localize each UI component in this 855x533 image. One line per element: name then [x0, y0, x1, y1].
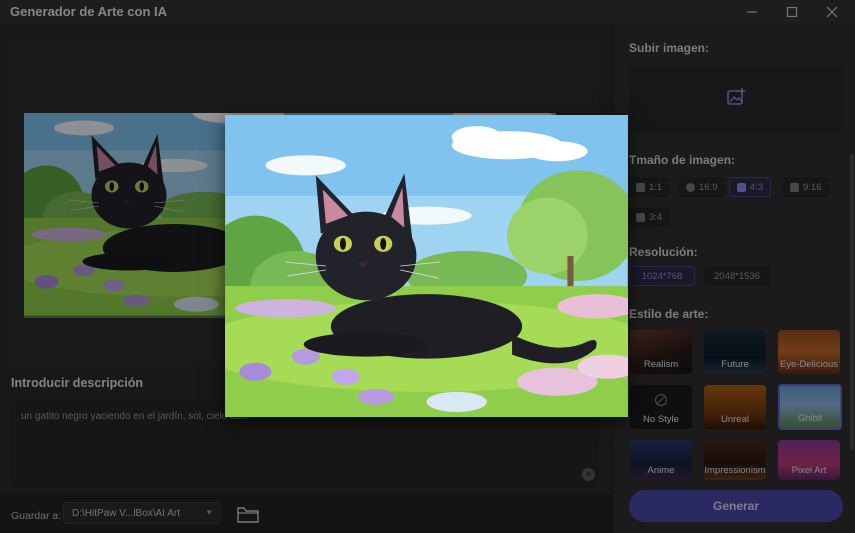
- instagram-icon: [790, 182, 799, 192]
- chevron-down-icon: ▼: [205, 508, 213, 517]
- save-bar: Guardar a: D:\HitPaw V...lBox\AI Art ▼: [0, 494, 613, 533]
- style-tile-unreal[interactable]: Unreal: [704, 385, 766, 429]
- style-tile-realism[interactable]: Realism: [630, 330, 692, 374]
- style-tile-future[interactable]: Future: [704, 330, 766, 374]
- save-path-select[interactable]: D:\HitPaw V...lBox\AI Art ▼: [63, 502, 221, 524]
- style-tile-pixel-art[interactable]: Pixel Art: [778, 440, 840, 480]
- instagram-icon: [636, 182, 645, 192]
- size-option-1-1[interactable]: 1:1: [629, 177, 670, 197]
- facebook-icon: [686, 182, 695, 192]
- upload-image-button[interactable]: [629, 66, 843, 132]
- style-tile-no-style[interactable]: No Style: [630, 385, 692, 429]
- minimize-icon[interactable]: [734, 0, 770, 24]
- folder-icon[interactable]: [237, 507, 259, 523]
- resolution-option-2048[interactable]: 2048*1536: [704, 266, 770, 286]
- generate-button[interactable]: Generar: [629, 490, 843, 522]
- close-icon[interactable]: [814, 0, 850, 24]
- description-text: un gatito negro yaciendo en el jardín, s…: [21, 411, 249, 422]
- style-tile-eye-delicious[interactable]: Eye-Delicious: [778, 330, 840, 374]
- twitter-icon: [737, 182, 746, 192]
- twitter-icon: [636, 212, 645, 222]
- size-option-9-16[interactable]: 9:16: [783, 177, 829, 197]
- size-option-4-3[interactable]: 4:3: [729, 177, 772, 197]
- kitten-image: [225, 115, 628, 417]
- app-title: Generador de Arte con IA: [10, 4, 167, 19]
- size-option-3-4[interactable]: 3:4: [629, 207, 670, 227]
- sidebar-scrollbar[interactable]: [850, 154, 854, 450]
- resolution-option-1024[interactable]: 1024*768: [629, 266, 695, 286]
- size-label: Tmaño de imagen:: [629, 153, 736, 167]
- settings-panel: Subir imagen: Tmaño de imagen: 1:1 16:9 …: [613, 24, 855, 533]
- title-bar: Generador de Arte con IA: [0, 0, 855, 24]
- style-tile-impressionism[interactable]: Impressionism: [704, 440, 766, 480]
- style-label: Estilo de arte:: [629, 307, 709, 321]
- style-tile-ghibli[interactable]: Ghibli: [778, 384, 842, 430]
- image-add-icon: [726, 87, 746, 112]
- resolution-label: Resolución:: [629, 245, 698, 259]
- image-preview[interactable]: [225, 115, 628, 417]
- save-path-value: D:\HitPaw V...lBox\AI Art: [72, 508, 181, 519]
- save-label: Guardar a:: [11, 510, 62, 522]
- maximize-icon[interactable]: [774, 0, 810, 24]
- description-label: Introducir descripción: [11, 376, 143, 390]
- upload-label: Subir imagen:: [629, 41, 710, 55]
- style-tile-anime[interactable]: Anime: [630, 440, 692, 480]
- no-style-icon: [654, 393, 668, 412]
- size-option-16-9[interactable]: 16:9: [679, 177, 725, 197]
- clear-icon[interactable]: ✕: [582, 468, 595, 481]
